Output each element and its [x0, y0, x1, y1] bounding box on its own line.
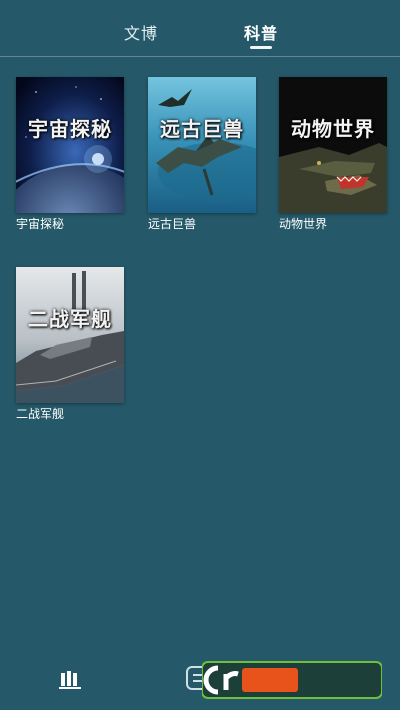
book-cover-warships[interactable]: 二战军舰: [16, 267, 124, 403]
book-label-animals[interactable]: 动物世界: [279, 215, 387, 232]
tab-active-indicator: [250, 46, 272, 49]
book-cover-dinosaurs[interactable]: 远古巨兽: [148, 77, 256, 213]
top-tab-bar: 文博 科普: [0, 0, 400, 56]
book-card-warships[interactable]: 二战军舰 二战军舰: [16, 267, 124, 422]
book-label-space[interactable]: 宇宙探秘: [16, 215, 124, 232]
watermark-logo: [201, 660, 383, 700]
book-cover-title: 宇宙探秘: [28, 117, 112, 141]
book-cover-title: 动物世界: [291, 117, 375, 141]
crocodile-cover-image: [279, 77, 387, 213]
book-cover-title: 二战军舰: [28, 307, 112, 331]
dinosaur-cover-image: [148, 77, 256, 213]
book-card-animals[interactable]: 动物世界 动物世界: [279, 77, 387, 232]
warship-cover-image: [16, 267, 124, 403]
book-cover-animals[interactable]: 动物世界: [279, 77, 387, 213]
book-card-dinosaurs[interactable]: 远古巨兽 远古巨兽: [148, 77, 256, 232]
bookshelf-icon[interactable]: [59, 670, 81, 690]
space-cover-image: [16, 77, 124, 213]
book-cover-space[interactable]: 宇宙探秘: [16, 77, 124, 213]
tab-kepu[interactable]: 科普: [244, 20, 278, 44]
book-card-space[interactable]: 宇宙探秘 宇宙探秘: [16, 77, 124, 232]
book-label-warships[interactable]: 二战军舰: [16, 405, 124, 422]
book-cover-title: 远古巨兽: [160, 117, 244, 141]
tab-wenbo[interactable]: 文博: [124, 20, 158, 44]
tab-divider: [0, 56, 400, 57]
book-label-dinosaurs[interactable]: 远古巨兽: [148, 215, 256, 232]
